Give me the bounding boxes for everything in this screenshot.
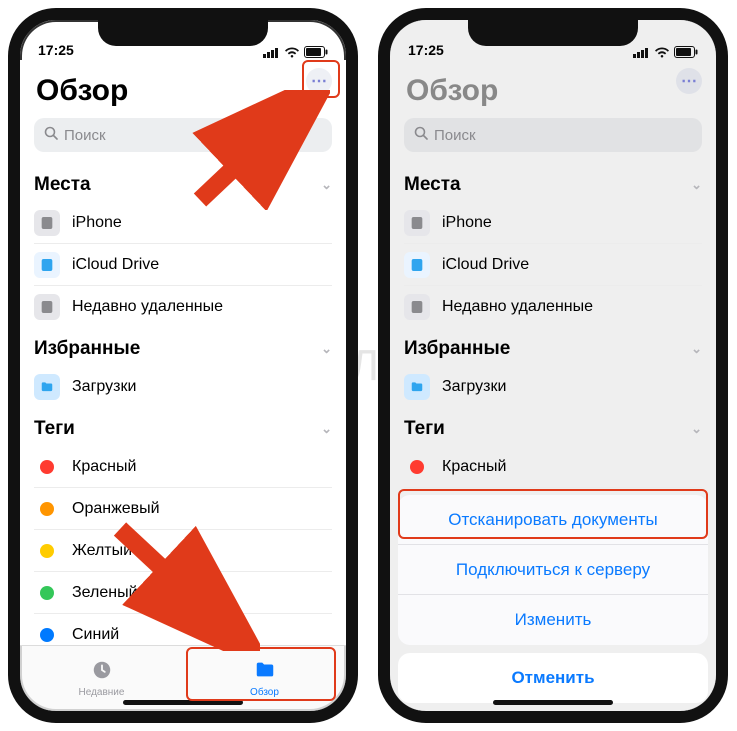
home-indicator: [493, 700, 613, 705]
favorites-heading[interactable]: Избранные ⌄: [404, 328, 702, 366]
favorite-item[interactable]: Загрузки: [404, 366, 702, 408]
search-placeholder: Поиск: [434, 127, 476, 144]
sheet-scan-documents[interactable]: Отсканировать документы: [398, 495, 708, 545]
cellular-signal-icon: [263, 47, 280, 58]
tags-heading-label: Теги: [404, 418, 445, 440]
tag-item[interactable]: Оранжевый: [34, 488, 332, 530]
location-icon: [34, 294, 60, 320]
tag-color-dot: [40, 586, 54, 600]
sheet-cancel[interactable]: Отменить: [398, 653, 708, 703]
wifi-icon: [284, 47, 300, 58]
tag-item[interactable]: Желтый: [34, 530, 332, 572]
location-label: iPhone: [442, 214, 492, 232]
tag-color-dot: [40, 544, 54, 558]
location-label: iCloud Drive: [72, 256, 159, 274]
notch: [468, 18, 638, 46]
more-button[interactable]: ⋯: [676, 68, 702, 94]
ellipsis-icon: ⋯: [681, 71, 697, 91]
locations-heading-label: Места: [404, 174, 461, 196]
home-indicator: [123, 700, 243, 705]
favorites-heading[interactable]: Избранные ⌄: [34, 328, 332, 366]
search-placeholder: Поиск: [64, 127, 106, 144]
tag-item[interactable]: Синий: [34, 614, 332, 645]
chevron-down-icon: ⌄: [691, 177, 702, 193]
more-button[interactable]: ⋯: [306, 68, 332, 94]
tab-browse-label: Обзор: [250, 687, 279, 698]
clock-icon: [90, 659, 114, 684]
notch: [98, 18, 268, 46]
location-item[interactable]: iCloud Drive: [34, 244, 332, 286]
tag-item[interactable]: Красный: [34, 446, 332, 488]
location-icon: [404, 210, 430, 236]
location-label: iCloud Drive: [442, 256, 529, 274]
chevron-down-icon: ⌄: [321, 177, 332, 193]
search-input[interactable]: Поиск: [34, 118, 332, 152]
tag-color-dot: [410, 460, 424, 474]
wifi-icon: [654, 47, 670, 58]
sheet-connect-server[interactable]: Подключиться к серверу: [398, 545, 708, 595]
chevron-down-icon: ⌄: [691, 421, 702, 437]
location-label: iPhone: [72, 214, 122, 232]
battery-icon: [304, 46, 328, 58]
chevron-down-icon: ⌄: [321, 341, 332, 357]
status-time: 17:25: [408, 42, 444, 58]
tags-heading[interactable]: Теги ⌄: [34, 408, 332, 446]
tag-color-dot: [40, 460, 54, 474]
locations-heading[interactable]: Места ⌄: [34, 164, 332, 202]
tag-label: Синий: [72, 626, 119, 644]
locations-heading-label: Места: [34, 174, 91, 196]
tags-heading-label: Теги: [34, 418, 75, 440]
folder-icon: [34, 374, 60, 400]
locations-heading[interactable]: Места ⌄: [404, 164, 702, 202]
search-icon: [414, 126, 428, 144]
location-label: Недавно удаленные: [442, 298, 593, 316]
location-label: Недавно удаленные: [72, 298, 223, 316]
tag-item[interactable]: Красный: [404, 446, 702, 488]
folder-icon: [253, 659, 277, 684]
location-item[interactable]: iPhone: [34, 202, 332, 244]
tag-label: Оранжевый: [72, 500, 160, 518]
tag-label: Зеленый: [72, 584, 138, 602]
favorite-label: Загрузки: [72, 378, 136, 396]
tag-label: Красный: [72, 458, 136, 476]
tag-item[interactable]: Зеленый: [34, 572, 332, 614]
location-item[interactable]: Недавно удаленные: [404, 286, 702, 328]
favorites-heading-label: Избранные: [34, 338, 140, 360]
search-icon: [44, 126, 58, 144]
location-item[interactable]: iCloud Drive: [404, 244, 702, 286]
tags-heading[interactable]: Теги ⌄: [404, 408, 702, 446]
tag-color-dot: [40, 628, 54, 642]
location-icon: [34, 252, 60, 278]
location-icon: [404, 294, 430, 320]
battery-icon: [674, 46, 698, 58]
tag-label: Красный: [442, 458, 506, 476]
phone-left: 17:25 ⋯ Обзор Поиск: [8, 8, 358, 723]
cellular-signal-icon: [633, 47, 650, 58]
favorites-heading-label: Избранные: [404, 338, 510, 360]
location-icon: [404, 252, 430, 278]
search-input[interactable]: Поиск: [404, 118, 702, 152]
favorite-item[interactable]: Загрузки: [34, 366, 332, 408]
chevron-down-icon: ⌄: [321, 421, 332, 437]
favorite-label: Загрузки: [442, 378, 506, 396]
location-item[interactable]: Недавно удаленные: [34, 286, 332, 328]
location-item[interactable]: iPhone: [404, 202, 702, 244]
page-title: Обзор: [404, 60, 702, 118]
chevron-down-icon: ⌄: [691, 341, 702, 357]
location-icon: [34, 210, 60, 236]
tag-color-dot: [40, 502, 54, 516]
tag-label: Желтый: [72, 542, 132, 560]
status-time: 17:25: [38, 42, 74, 58]
tab-recents-label: Недавние: [79, 687, 125, 698]
page-title: Обзор: [34, 60, 332, 118]
action-sheet: Отсканировать документы Подключиться к с…: [398, 495, 708, 703]
phone-right: 17:25 ⋯ Обзор Поиск: [378, 8, 728, 723]
sheet-edit[interactable]: Изменить: [398, 595, 708, 645]
folder-icon: [404, 374, 430, 400]
ellipsis-icon: ⋯: [311, 71, 327, 91]
